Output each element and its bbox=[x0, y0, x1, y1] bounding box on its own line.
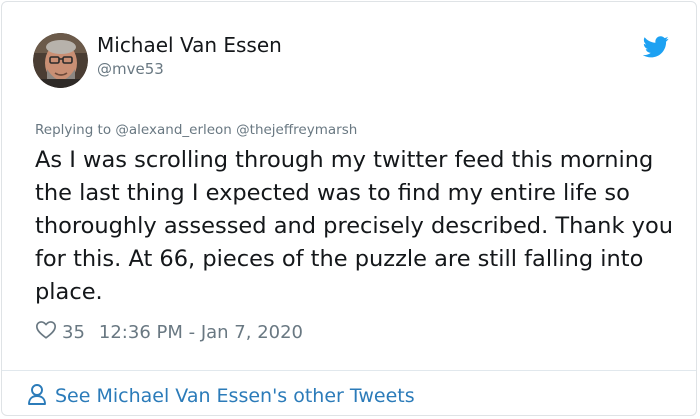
reply-prefix: Replying to bbox=[35, 122, 112, 138]
see-other-tweets-label[interactable]: See Michael Van Essen's other Tweets bbox=[55, 385, 415, 407]
tweet-meta: 35 12:36 PM - Jan 7, 2020 bbox=[35, 319, 303, 345]
tweet-text: As I was scrolling through my twitter fe… bbox=[35, 147, 673, 305]
twitter-bird-icon[interactable] bbox=[642, 36, 669, 58]
see-other-tweets-link[interactable]: See Michael Van Essen's other Tweets bbox=[27, 383, 415, 409]
person-icon bbox=[27, 383, 55, 410]
divider bbox=[2, 370, 696, 371]
avatar[interactable] bbox=[33, 33, 88, 88]
author-handle[interactable]: @mve53 bbox=[97, 60, 164, 78]
reply-mentions[interactable]: @alexand_erleon @thejeffreymarsh bbox=[115, 122, 357, 138]
heart-icon[interactable] bbox=[35, 319, 62, 346]
reply-context: Replying to @alexand_erleon @thejeffreym… bbox=[35, 122, 357, 138]
like-count[interactable]: 35 bbox=[62, 322, 85, 343]
author-display-name[interactable]: Michael Van Essen bbox=[97, 33, 282, 57]
tweet-timestamp[interactable]: 12:36 PM - Jan 7, 2020 bbox=[99, 322, 303, 343]
tweet-card: Michael Van Essen @mve53 Replying to @al… bbox=[1, 1, 697, 416]
